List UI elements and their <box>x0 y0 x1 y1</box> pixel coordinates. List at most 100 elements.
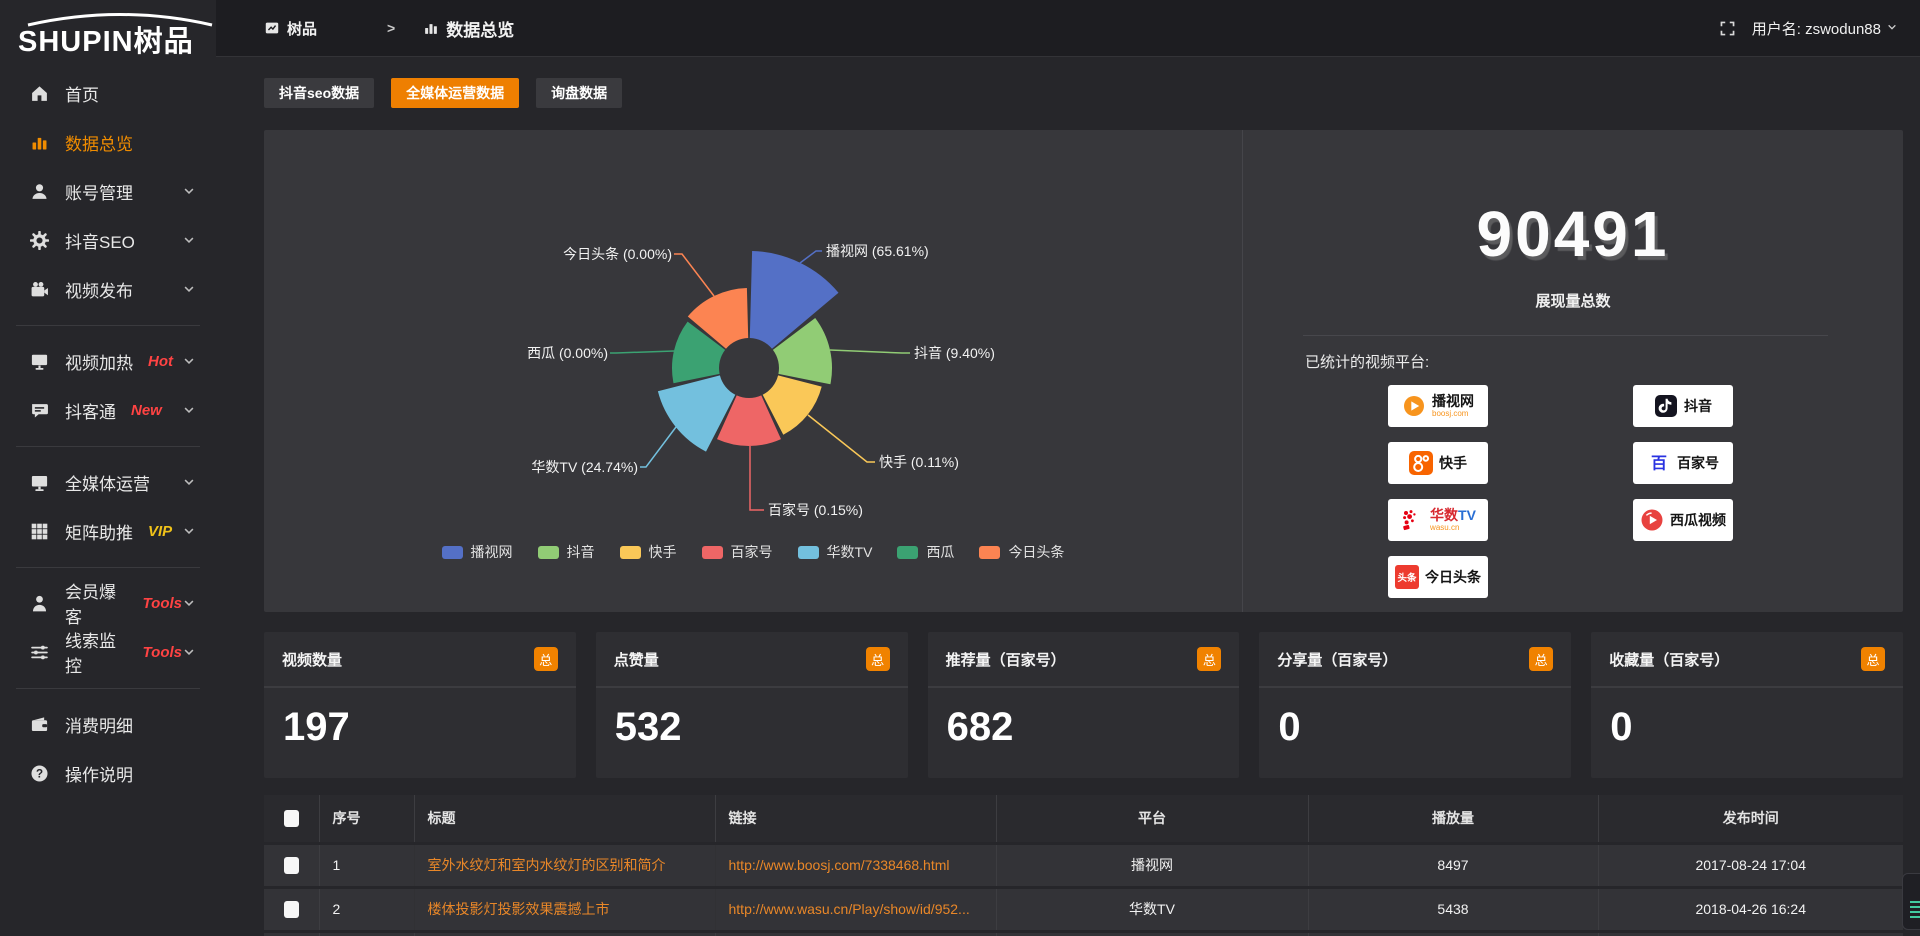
legend-item-播视网[interactable]: 播视网 <box>442 542 513 562</box>
sidebar-item-抖客通[interactable]: 抖客通New <box>0 386 216 435</box>
platform-subtext: wasu.cn <box>1430 523 1459 532</box>
widget-bar <box>1910 906 1920 908</box>
stat-card-header: 推荐量（百家号）总 <box>928 632 1240 688</box>
fullscreen-icon[interactable] <box>1719 20 1736 37</box>
table-row-partial <box>264 931 1903 936</box>
table-row: 1室外水纹灯和室内水纹灯的区别和简介http://www.boosj.com/7… <box>264 843 1903 887</box>
chat-icon <box>30 400 50 420</box>
legend-item-今日头条[interactable]: 今日头条 <box>979 542 1064 562</box>
total-badge: 总 <box>1529 647 1553 671</box>
topbar: 树品 > 数据总览 用户名: zswodun88 <box>216 0 1920 57</box>
sidebar-item-视频加热[interactable]: 视频加热Hot <box>0 337 216 386</box>
sidebar-menu: 首页数据总览账号管理抖音SEO 视频发布视频加热Hot抖客通New 全媒体运营矩阵助… <box>0 59 216 798</box>
bar-chart-icon <box>30 132 50 152</box>
wasu-logo <box>1400 508 1424 532</box>
label-leader-line <box>640 427 676 467</box>
pie-label: 今日头条 (0.00%) <box>563 246 672 262</box>
legend-label: 播视网 <box>471 542 513 562</box>
legend-item-快手[interactable]: 快手 <box>620 542 677 562</box>
cell-index: 1 <box>319 843 414 887</box>
chevron-down-icon <box>182 184 196 198</box>
cell-link[interactable]: http://www.wasu.cn/Play/show/id/952... <box>715 887 996 931</box>
tab-全媒体运营数据[interactable]: 全媒体运营数据 <box>391 78 519 108</box>
baijiahao-logo: 百 <box>1647 451 1671 475</box>
tab-询盘数据[interactable]: 询盘数据 <box>536 78 622 108</box>
platform-badge-华数TV: 华数TVwasu.cn <box>1388 499 1488 541</box>
stat-card-点赞量: 点赞量总532 <box>596 632 908 778</box>
legend-label: 百家号 <box>731 542 773 562</box>
legend-item-西瓜[interactable]: 西瓜 <box>897 542 954 562</box>
platforms-label: 已统计的视频平台: <box>1305 351 1903 372</box>
platform-badge-text: 华数TVwasu.cn <box>1430 507 1476 532</box>
user-menu[interactable]: 用户名: zswodun88 <box>1752 18 1898 39</box>
cell-platform: 播视网 <box>996 843 1308 887</box>
chevron-down-icon <box>182 233 196 247</box>
sidebar-item-账号管理[interactable]: 账号管理 <box>0 167 216 216</box>
total-impressions-label: 展现量总数 <box>1243 290 1903 311</box>
sidebar-item-会员爆客[interactable]: 会员爆客Tools <box>0 579 216 628</box>
stat-card-label: 收藏量（百家号） <box>1609 649 1729 670</box>
stat-card-value: 532 <box>596 688 908 767</box>
chevron-down-icon <box>182 645 196 659</box>
sidebar-item-抖音SEO[interactable]: 抖音SEO <box>0 216 216 265</box>
row-checkbox[interactable] <box>284 857 299 874</box>
legend-item-抖音[interactable]: 抖音 <box>538 542 595 562</box>
sidebar-item-操作说明[interactable]: ? 操作说明 <box>0 749 216 798</box>
row-checkbox[interactable] <box>284 901 299 918</box>
header-select-all <box>264 795 319 843</box>
platform-badge-text: 快手 <box>1439 455 1467 471</box>
cell-link[interactable]: http://www.boosj.com/7338468.html <box>715 843 996 887</box>
column-header-发布时间: 发布时间 <box>1598 795 1903 843</box>
sidebar-item-label: 视频加热 <box>65 349 133 374</box>
sidebar-item-label: 操作说明 <box>65 761 133 786</box>
stat-cards: 视频数量总197点赞量总532推荐量（百家号）总682分享量（百家号）总0收藏量… <box>264 632 1903 778</box>
stat-card-推荐量（百家号）: 推荐量（百家号）总682 <box>928 632 1240 778</box>
tab-抖音seo数据[interactable]: 抖音seo数据 <box>264 78 374 108</box>
svg-text:?: ? <box>36 767 43 780</box>
legend-item-百家号[interactable]: 百家号 <box>702 542 773 562</box>
user-icon <box>30 181 50 201</box>
gear-icon <box>30 230 50 250</box>
sidebar-item-视频发布[interactable]: 视频发布 <box>0 265 216 314</box>
sidebar-item-首页[interactable]: 首页 <box>0 69 216 118</box>
member-icon <box>30 593 50 613</box>
platform-name: 华数TV <box>1430 507 1476 523</box>
platform-name: 西瓜视频 <box>1670 512 1726 528</box>
platform-badge-播视网: 播视网boosj.com <box>1388 385 1488 427</box>
table-header-row: 序号标题链接平台播放量发布时间 <box>264 795 1903 843</box>
pie-label: 快手 (0.11%) <box>879 454 959 470</box>
legend-label: 今日头条 <box>1008 542 1064 562</box>
label-leader-line <box>674 254 714 296</box>
select-all-checkbox[interactable] <box>284 810 299 827</box>
sidebar-item-线索监控[interactable]: 线索监控Tools <box>0 628 216 677</box>
breadcrumb-app[interactable]: 树品 <box>287 18 317 39</box>
sidebar-item-label: 全媒体运营 <box>65 470 150 495</box>
platform-badge-text: 抖音 <box>1684 398 1712 414</box>
chevron-down-icon <box>182 282 196 296</box>
cell-title[interactable]: 楼体投影灯投影效果震撼上市 <box>414 887 715 931</box>
pie-label: 播视网 (65.61%) <box>826 243 929 259</box>
sidebar-item-消费明细[interactable]: 消费明细 <box>0 700 216 749</box>
platform-badge-西瓜视频: 西瓜视频 <box>1633 499 1733 541</box>
platform-badge-column: 播视网boosj.com 快手华数TVwasu.cn 头条今日头条 <box>1388 385 1488 598</box>
sidebar-item-label: 抖音SEO <box>65 228 135 253</box>
stat-card-value: 197 <box>264 688 576 767</box>
menu-badge: Tools <box>143 644 182 661</box>
chart-legend: 播视网 抖音 快手 百家号 华数TV 西瓜 今日头条 <box>264 542 1242 562</box>
sidebar-item-全媒体运营[interactable]: 全媒体运营 <box>0 458 216 507</box>
column-header-链接: 链接 <box>715 795 996 843</box>
pie-label: 西瓜 (0.00%) <box>527 345 608 361</box>
platform-badge-今日头条: 头条今日头条 <box>1388 556 1488 598</box>
legend-swatch <box>979 546 1000 559</box>
cell-title[interactable]: 室外水纹灯和室内水纹灯的区别和简介 <box>414 843 715 887</box>
floating-widget[interactable] <box>1902 873 1920 930</box>
legend-item-华数TV[interactable]: 华数TV <box>798 542 873 562</box>
label-leader-line <box>800 251 822 263</box>
monitor-icon <box>30 351 50 371</box>
cell-time: 2018-04-26 16:24 <box>1598 887 1903 931</box>
menu-divider <box>16 567 200 568</box>
chevron-down-icon <box>182 403 196 417</box>
legend-label: 快手 <box>649 542 677 562</box>
sidebar-item-矩阵助推[interactable]: 矩阵助推VIP <box>0 507 216 556</box>
sidebar-item-数据总览[interactable]: 数据总览 <box>0 118 216 167</box>
